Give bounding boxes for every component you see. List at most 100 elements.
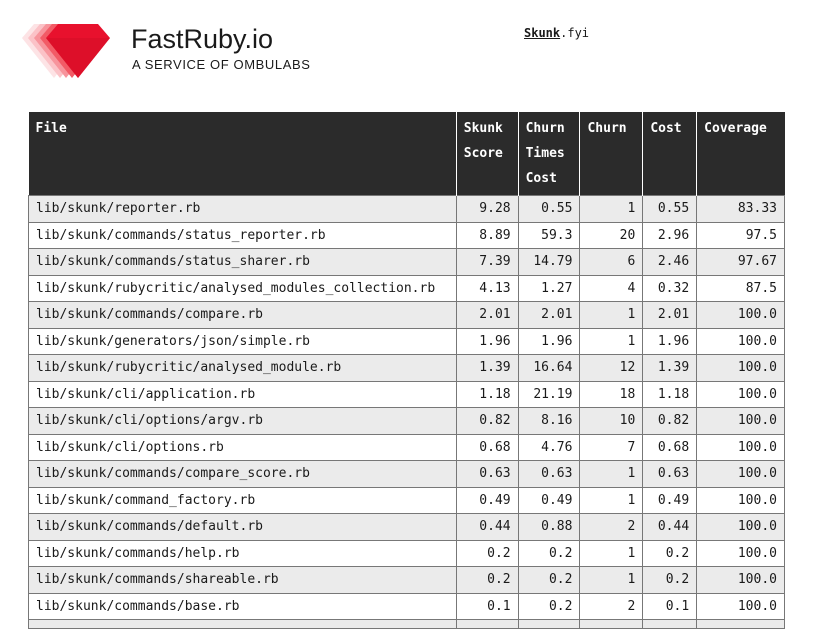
cell-file: lib/skunk/rubycritic/analysed_module.rb [28, 354, 457, 382]
cell-churn-times-cost: 0.88 [517, 513, 581, 541]
col-header-churn-times-cost: Churn Times Cost [518, 112, 581, 196]
cell-churn-times-cost: 0.2 [517, 539, 581, 567]
cell-file: lib/skunk/commands/status_reporter.rb [28, 221, 457, 249]
cell-coverage: 100.0 [696, 380, 785, 408]
cell-coverage: 100.0 [696, 460, 785, 488]
cell-coverage: 100.0 [696, 592, 785, 620]
ruby-gem-icon [22, 24, 110, 78]
cell-cost: 0.32 [642, 274, 698, 302]
table-header-row: File Skunk Score Churn Times Cost Churn … [28, 112, 785, 196]
table-row: lib/skunk/commands/base.rb 0.1 0.2 2 0.1 100.… [28, 592, 785, 620]
cell-skunk-score: 0.49 [455, 486, 519, 514]
cell-coverage: 100.0 [696, 539, 785, 567]
cell-cost: 0.44 [642, 513, 698, 541]
cell-cost: 0.2 [642, 566, 698, 594]
cell-skunk-score: 9.28 [455, 195, 519, 223]
cell-churn-times-cost: 59.3 [517, 221, 581, 249]
cell-churn-times-cost: 0.2 [517, 566, 581, 594]
cell-cost: 1.96 [642, 327, 698, 355]
cell-file: lib/skunk/commands/compare_score.rb [28, 460, 457, 488]
cell-churn: 18 [579, 380, 644, 408]
cell-churn: 2 [579, 592, 644, 620]
cell-cost: 0.63 [642, 460, 698, 488]
table-row: lib/skunk/cli/options/argv.rb 0.82 8.16 10 0… [28, 407, 785, 435]
cell-churn: 2 [579, 513, 644, 541]
cell-churn-times-cost: 0.2 [517, 592, 581, 620]
cell-cost: 0.49 [642, 486, 698, 514]
cell-coverage: 100.0 [696, 407, 785, 435]
cell-cost: 2.46 [642, 248, 698, 276]
table-row: lib/skunk/generators/json/simple.rb 1.96 1… [28, 327, 785, 355]
cell-churn-times-cost: 1.96 [517, 327, 581, 355]
table-row: lib/skunk/rubycritic/analysed_modules_co… [28, 274, 785, 302]
cell-skunk-score: 0.63 [455, 460, 519, 488]
brand-logo[interactable]: FastRuby.io A SERVICE OF OMBULABS [20, 22, 320, 82]
cell-skunk-score: 2.01 [455, 301, 519, 329]
cell-cost: 0.1 [642, 592, 698, 620]
cell-skunk-score: 0.44 [455, 513, 519, 541]
brand-name: FastRuby.io [131, 24, 274, 54]
table-row: lib/skunk/commands/status_reporter.rb 8.8… [28, 221, 785, 249]
cell-churn: 1 [579, 301, 644, 329]
cell-file: lib/skunk/rubycritic/analysed_modules_co… [28, 274, 457, 302]
cell-file: lib/skunk/commands/default.rb [28, 513, 457, 541]
cell-cost: 1.18 [642, 380, 698, 408]
table-row: lib/skunk/cli/application.rb 1.18 21.19 18 1… [28, 380, 785, 408]
cell-file: lib/skunk/cli/options.rb [28, 433, 457, 461]
cell-skunk-score: 0.2 [455, 539, 519, 567]
table-row: lib/skunk/reporter.rb 9.28 0.55 1 0.55 83.33 [28, 195, 785, 223]
cell-coverage: 100.0 [696, 354, 785, 382]
table-row: lib/skunk/commands/shareable.rb 0.2 0.2 1 0.… [28, 566, 785, 594]
cell-churn: 1 [579, 460, 644, 488]
cell-churn: 12 [579, 354, 644, 382]
cell-coverage: 97.5 [696, 221, 785, 249]
cell-churn: 6 [579, 248, 644, 276]
cell-cost: 2.01 [642, 301, 698, 329]
table-row: lib/skunk/commands/help.rb 0.2 0.2 1 0.2 100.… [28, 539, 785, 567]
table-row: lib/skunk/commands/default.rb 0.44 0.88 2 0.… [28, 513, 785, 541]
cell-cost: 0.2 [642, 539, 698, 567]
cell-skunk-score: 4.13 [455, 274, 519, 302]
cell-coverage: 87.5 [696, 274, 785, 302]
cell-coverage: 100.0 [696, 486, 785, 514]
cell-skunk-score: 0.68 [455, 433, 519, 461]
col-header-file: File [28, 112, 457, 196]
cell-coverage: 100.0 [696, 566, 785, 594]
cell-file: lib/skunk/commands/compare.rb [28, 301, 457, 329]
cell-churn: 1 [579, 195, 644, 223]
cell-churn-times-cost: 16.64 [517, 354, 581, 382]
cell-churn-times-cost: 21.19 [517, 380, 581, 408]
col-header-churn: Churn [579, 112, 644, 196]
cell-churn-times-cost: 2.01 [517, 301, 581, 329]
cell-churn: 7 [579, 433, 644, 461]
skunk-link-bold: Skunk [524, 26, 561, 40]
cell-file: lib/skunk/command_factory.rb [28, 486, 457, 514]
col-header-coverage: Coverage [696, 112, 785, 196]
table-row: lib/skunk/cli/options.rb 0.68 4.76 7 0.68 100… [28, 433, 785, 461]
col-header-skunk-score: Skunk Score [456, 112, 519, 196]
cell-coverage: 100.0 [696, 433, 785, 461]
cell-churn: 1 [579, 539, 644, 567]
table-row: lib/skunk/commands/compare_score.rb 0.63 0… [28, 460, 785, 488]
skunk-fyi-link[interactable]: Skunk.fyi [524, 26, 589, 40]
cell-skunk-score: 0.2 [455, 566, 519, 594]
cell-skunk-score: 7.39 [455, 248, 519, 276]
cell-file: lib/skunk/generators/json/simple.rb [28, 327, 457, 355]
cell-churn-times-cost: 4.76 [517, 433, 581, 461]
cell-churn: 1 [579, 486, 644, 514]
cell-churn: 10 [579, 407, 644, 435]
cell-cost: 0.82 [642, 407, 698, 435]
table-row: lib/skunk/rubycritic/analysed_module.rb 1… [28, 354, 785, 382]
cell-coverage: 100.0 [696, 327, 785, 355]
cell-file: lib/skunk/commands/status_sharer.rb [28, 248, 457, 276]
cell-churn: 20 [579, 221, 644, 249]
cell-churn: 1 [579, 566, 644, 594]
cell-churn: 4 [579, 274, 644, 302]
cell-coverage: 100.0 [696, 301, 785, 329]
skunk-report-table: File Skunk Score Churn Times Cost Churn … [28, 112, 785, 629]
cell-churn-times-cost: 0.55 [517, 195, 581, 223]
cell-churn-times-cost: 0.63 [517, 460, 581, 488]
skunk-link-suffix: .fyi [560, 26, 590, 40]
cell-file: lib/skunk/commands/shareable.rb [28, 566, 457, 594]
cell-churn-times-cost: 0.49 [517, 486, 581, 514]
